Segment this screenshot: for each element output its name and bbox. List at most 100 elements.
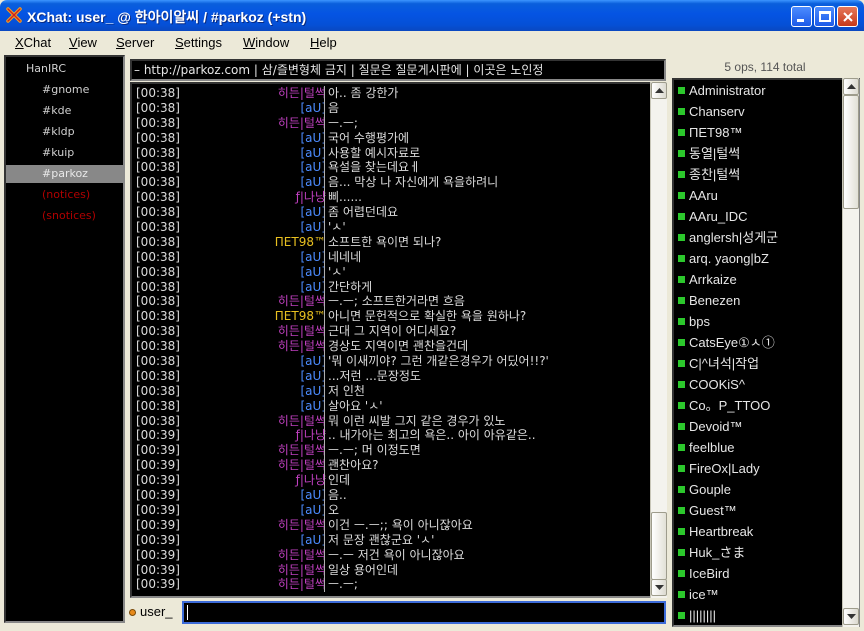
menu-settings[interactable]: Settings [175,35,222,50]
user-list-item[interactable]: AAru [674,185,842,206]
chat-nick[interactable]: 히든|털썩 [278,324,326,339]
tree-channel-kuip[interactable]: #kuip [6,144,123,162]
user-list-item[interactable]: bps [674,311,842,332]
topic-bar[interactable]: – http://parkoz.com | 삼/즐변형체 금지 | 질문은 질문… [130,59,666,81]
chat-message: ㅡ.ㅡ; 머 이정도면 [328,443,421,458]
chat-nick[interactable]: [aU] [301,503,327,518]
chat-nick[interactable]: [aU] [301,131,327,146]
chat-nick[interactable]: [aU] [301,280,327,295]
chat-nick[interactable]: 히든|털썩 [278,414,326,429]
chat-nick[interactable]: [aU] [301,488,327,503]
chat-nick[interactable]: 히든|털썩 [278,577,326,592]
chat-nick[interactable]: 히든|털썩 [278,548,326,563]
maximize-button[interactable] [814,6,835,27]
user-list-item[interactable]: |||||||| [674,605,842,625]
close-button[interactable] [837,6,858,27]
user-list-item[interactable]: FireOx|Lady [674,458,842,479]
chat-nick[interactable]: [aU] [301,399,327,414]
tree-server-hanirc[interactable]: HanIRC [6,60,123,78]
menu-view[interactable]: View [69,35,97,50]
chat-scrollbar[interactable] [650,82,667,598]
tree-channel-kldp[interactable]: #kldp [6,123,123,141]
chat-nick[interactable]: [aU] [301,101,327,116]
chat-nick[interactable]: [aU] [301,369,327,384]
user-list-item[interactable]: 동열|털썩 [674,143,842,164]
chat-nick[interactable]: 히든|털썩 [278,116,326,131]
user-list-item[interactable]: COOKiS^ [674,374,842,395]
chat-nick[interactable]: [aU] [301,533,327,548]
title-bar[interactable]: XChat: user_ @ 한아이알씨 / #parkoz (+stn) [0,0,864,31]
user-list-item[interactable]: feelblue [674,437,842,458]
user-list-item[interactable]: Chanserv [674,101,842,122]
menu-help[interactable]: Help [310,35,337,50]
user-list-item[interactable]: ice™ [674,584,842,605]
minimize-button[interactable] [791,6,812,27]
user-status-icon [678,570,685,577]
chat-nick[interactable]: ƒ|나냥 [296,190,326,205]
user-list-item[interactable]: Administrator [674,80,842,101]
chat-nick[interactable]: ΠΕΤ98™ [275,235,326,250]
user-list-item[interactable]: Huk_さま [674,542,842,563]
chat-nick[interactable]: [aU] [301,250,327,265]
user-list-item[interactable]: Devoid™ [674,416,842,437]
chat-nick[interactable]: 히든|털썩 [278,443,326,458]
tree-notices[interactable]: (notices) [6,186,123,204]
user-list-item[interactable]: Heartbreak [674,521,842,542]
user-list-item[interactable]: Benezen [674,290,842,311]
chat-scroll-down-button[interactable] [651,579,667,596]
tree-channel-kde[interactable]: #kde [6,102,123,120]
tree-snotices[interactable]: (snotices) [6,207,123,225]
user-list-item[interactable]: anglersh|성게군 [674,227,842,248]
menu-window[interactable]: Window [243,35,289,50]
user-list-item[interactable]: IceBird [674,563,842,584]
user-list-item[interactable]: arq. yaong|bZ [674,248,842,269]
chat-nick[interactable]: 히든|털썩 [278,86,326,101]
chat-timestamp: [00:39] [136,517,180,532]
user-list[interactable]: Administrator Chanserv ΠΕΤ98™ 동열|털썩 종찬|털썩 AAr… [672,78,860,627]
chat-line: [00:38] [aU] 욕설을 찾는데요ㅔ [136,160,646,176]
user-list-item[interactable]: Arrkaize [674,269,842,290]
menu-server[interactable]: Server [116,35,154,50]
chat-nick[interactable]: 히든|털썩 [278,563,326,578]
chat-nick[interactable]: [aU] [301,265,327,280]
nick-button[interactable]: user_ [140,604,173,619]
chat-nick[interactable]: ƒ|나냥 [296,473,326,488]
chat-nick[interactable]: [aU] [301,384,327,399]
user-nick: C|^녀석|작업 [689,356,760,371]
chat-nick[interactable]: [aU] [301,205,327,220]
tree-channel-gnome[interactable]: #gnome [6,81,123,99]
user-list-item[interactable]: Gouple [674,479,842,500]
user-status-icon [678,612,685,619]
user-list-item[interactable]: 종찬|털썩 [674,164,842,185]
chat-area[interactable]: [00:38] 히든|털썩 아.. 좀 강한가 [00:38] [aU] 음 [00:38]… [130,82,667,598]
chat-message: 좀 어렵던데요 [328,205,399,220]
chat-nick[interactable]: 히든|털썩 [278,294,326,309]
tree-channel-parkoz[interactable]: #parkoz [6,165,123,183]
userlist-scroll-down-button[interactable] [843,608,859,625]
user-list-item[interactable]: C|^녀석|작업 [674,353,842,374]
userlist-scroll-thumb[interactable] [843,95,859,209]
user-list-item[interactable]: AAru_IDC [674,206,842,227]
message-input[interactable] [182,601,666,624]
chat-nick[interactable]: [aU] [301,354,327,369]
chat-nick[interactable]: 히든|털썩 [278,458,326,473]
menu-xchat[interactable]: XChat [15,35,51,50]
chat-nick[interactable]: [aU] [301,220,327,235]
user-list-item[interactable]: CatsEye①ㅅ① [674,332,842,353]
user-list-item[interactable]: ΠΕΤ98™ [674,122,842,143]
chat-nick[interactable]: [aU] [301,160,327,175]
user-status-icon [678,402,685,409]
userlist-scroll-up-button[interactable] [843,78,859,95]
user-list-item[interactable]: Co。P_TTOO [674,395,842,416]
chat-nick[interactable]: 히든|털썩 [278,339,326,354]
chat-scroll-thumb[interactable] [651,512,667,580]
chat-nick[interactable]: ΠΕΤ98™ [275,309,326,324]
chat-nick[interactable]: [aU] [301,175,327,190]
chat-scroll-up-button[interactable] [651,82,667,99]
chat-timestamp: [00:39] [136,547,180,562]
chat-nick[interactable]: [aU] [301,146,327,161]
chat-nick[interactable]: 히든|털썩 [278,518,326,533]
user-list-item[interactable]: Guest™ [674,500,842,521]
chat-nick[interactable]: ƒ|나냥 [296,428,326,443]
userlist-scrollbar[interactable] [842,78,859,627]
